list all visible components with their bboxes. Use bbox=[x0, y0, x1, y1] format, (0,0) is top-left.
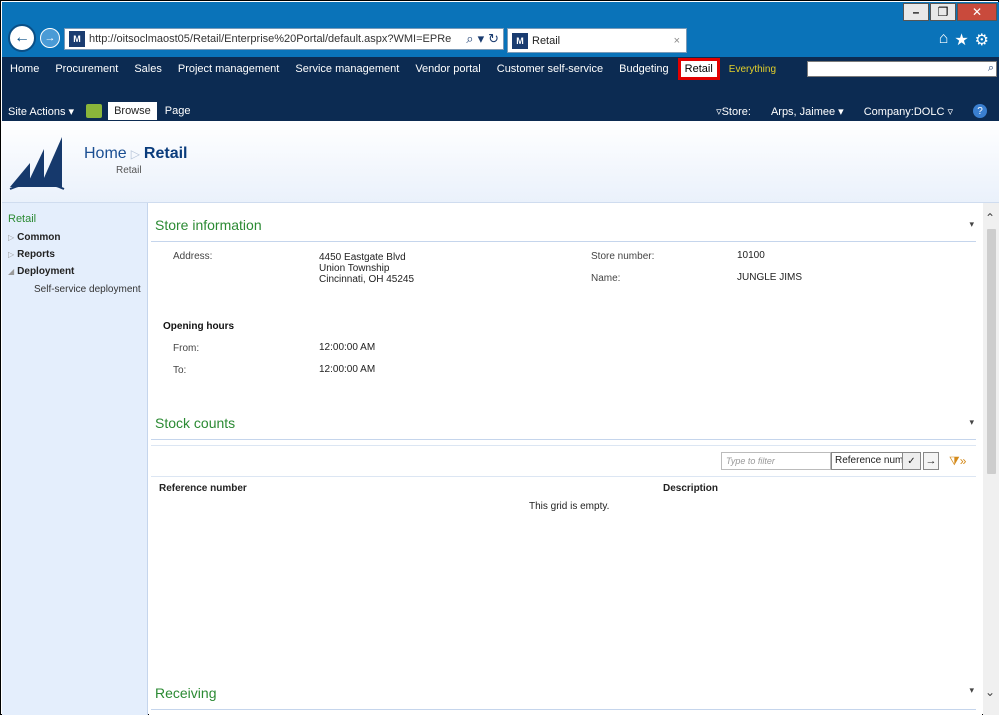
quick-launch: Retail ▷ Common ▷ Reports ◢ Deployment Self… bbox=[2, 203, 148, 715]
home-icon[interactable]: ⌂ bbox=[939, 30, 949, 50]
scroll-down-icon[interactable]: ⌄ bbox=[985, 685, 995, 699]
grid-filter-bar: Type to filter Reference num ✓ → ⧩» bbox=[151, 445, 976, 477]
search-icon[interactable]: ⌕ bbox=[466, 31, 473, 47]
collapse-receiving-icon[interactable]: ▾ bbox=[969, 685, 974, 696]
navigate-up-icon[interactable] bbox=[86, 104, 103, 118]
page-header: Home ▷ Retail Retail bbox=[2, 121, 999, 203]
address-label: Address: bbox=[173, 251, 213, 262]
page-subtitle: Retail bbox=[116, 165, 142, 176]
search-input[interactable]: ⌕ bbox=[807, 61, 997, 77]
nav-service-management[interactable]: Service management bbox=[287, 63, 407, 75]
collapse-stock-counts-icon[interactable]: ▾ bbox=[969, 417, 974, 428]
nav-retail[interactable]: Retail bbox=[677, 58, 720, 80]
ribbon: Site Actions ▾ Browse Page ▿Store: Arps,… bbox=[2, 81, 999, 121]
breadcrumb: Home ▷ Retail bbox=[84, 145, 188, 163]
scroll-up-icon[interactable]: ⌃ bbox=[985, 211, 995, 225]
collapse-store-info-icon[interactable]: ▾ bbox=[969, 219, 974, 230]
filter-options-icon[interactable]: ⧩» bbox=[949, 454, 966, 469]
collapse-icon: ◢ bbox=[8, 267, 15, 276]
user-menu[interactable]: Arps, Jaimee ▾ bbox=[771, 105, 844, 118]
store-number-value: 10100 bbox=[737, 250, 765, 261]
nav-project-management[interactable]: Project management bbox=[170, 63, 288, 75]
nav-sales[interactable]: Sales bbox=[126, 63, 170, 75]
from-value: 12:00:00 AM bbox=[319, 342, 376, 353]
browser-tab[interactable]: M Retail × bbox=[507, 28, 687, 53]
favorites-icon[interactable]: ★ bbox=[954, 30, 968, 50]
grid-empty-message: This grid is empty. bbox=[529, 501, 610, 512]
store-number-label: Store number: bbox=[591, 251, 655, 262]
sidebar-item-common[interactable]: ▷ Common bbox=[2, 229, 147, 246]
top-navigation: Home Procurement Sales Project managemen… bbox=[2, 57, 999, 81]
settings-gear-icon[interactable]: ⚙ bbox=[975, 30, 989, 50]
address-line2: Union Township bbox=[319, 263, 390, 274]
sidebar-item-reports[interactable]: ▷ Reports bbox=[2, 246, 147, 263]
browser-titlebar: – ❐ ✕ ← → M http://oitsoclmaost05/Retail… bbox=[2, 2, 999, 57]
page-title: Retail bbox=[143, 145, 188, 162]
column-description[interactable]: Description bbox=[663, 483, 718, 494]
filter-field-select[interactable]: Reference num ✓ bbox=[831, 452, 921, 470]
tab-page[interactable]: Page bbox=[157, 102, 199, 120]
search-button-icon[interactable]: ⌕ bbox=[988, 62, 994, 75]
receiving-title: Receiving bbox=[155, 685, 217, 701]
address-line3: Cincinnati, OH 45245 bbox=[319, 274, 415, 285]
column-reference-number[interactable]: Reference number bbox=[159, 483, 247, 494]
nav-procurement[interactable]: Procurement bbox=[47, 63, 126, 75]
filter-input[interactable]: Type to filter bbox=[721, 452, 831, 470]
window-controls: – ❐ ✕ bbox=[902, 3, 997, 21]
address-line1: 4450 Eastgate Blvd bbox=[319, 252, 406, 263]
sidebar-item-deployment[interactable]: ◢ Deployment bbox=[2, 263, 147, 280]
minimize-button[interactable]: – bbox=[903, 3, 929, 21]
tab-close-icon[interactable]: × bbox=[674, 35, 680, 47]
name-value: JUNGLE JIMS bbox=[737, 272, 803, 283]
tab-favicon-icon: M bbox=[512, 32, 528, 49]
store-information-title: Store information bbox=[155, 217, 262, 233]
to-label: To: bbox=[173, 365, 187, 376]
nav-budgeting[interactable]: Budgeting bbox=[611, 63, 677, 75]
close-button[interactable]: ✕ bbox=[957, 3, 997, 21]
maximize-button[interactable]: ❐ bbox=[930, 3, 956, 21]
back-icon[interactable]: ← bbox=[8, 24, 36, 52]
address-text[interactable]: http://oitsoclmaost05/Retail/Enterprise%… bbox=[89, 33, 462, 45]
search-scope[interactable]: Everything bbox=[721, 64, 784, 75]
browser-window: – ❐ ✕ ← → M http://oitsoclmaost05/Retail… bbox=[0, 0, 999, 715]
expand-icon: ▷ bbox=[8, 250, 15, 259]
opening-hours-heading: Opening hours bbox=[163, 321, 235, 332]
main-content: Store information ▾ Address: 4450 Eastga… bbox=[149, 203, 982, 715]
tab-browse[interactable]: Browse bbox=[108, 102, 157, 120]
breadcrumb-home[interactable]: Home bbox=[84, 145, 127, 162]
dynamics-logo-icon bbox=[9, 137, 65, 190]
from-label: From: bbox=[173, 343, 200, 354]
breadcrumb-separator-icon: ▷ bbox=[130, 147, 140, 161]
forward-icon[interactable]: → bbox=[40, 28, 60, 48]
refresh-icon[interactable]: ↻ bbox=[488, 31, 499, 47]
tab-title: Retail bbox=[532, 34, 561, 47]
dropdown-icon[interactable]: ▾ bbox=[478, 31, 485, 47]
nav-home[interactable]: Home bbox=[2, 63, 47, 75]
expand-icon: ▷ bbox=[8, 233, 15, 242]
site-actions-menu[interactable]: Site Actions ▾ bbox=[2, 105, 80, 118]
address-bar[interactable]: M http://oitsoclmaost05/Retail/Enterpris… bbox=[64, 28, 504, 50]
to-value: 12:00:00 AM bbox=[319, 364, 376, 375]
sidebar-item-self-service-deployment[interactable]: Self-service deployment bbox=[2, 280, 147, 299]
stock-counts-title: Stock counts bbox=[155, 415, 236, 431]
scroll-thumb[interactable] bbox=[987, 229, 996, 474]
favicon-icon: M bbox=[69, 31, 85, 47]
nav-vendor-portal[interactable]: Vendor portal bbox=[407, 63, 488, 75]
help-icon[interactable]: ? bbox=[973, 104, 987, 118]
store-selector[interactable]: ▿Store: bbox=[716, 105, 751, 118]
apply-filter-icon[interactable]: → bbox=[923, 452, 939, 470]
vertical-scrollbar[interactable]: ⌃ ⌄ bbox=[983, 203, 999, 715]
sidebar-root-retail[interactable]: Retail bbox=[2, 203, 147, 229]
name-label: Name: bbox=[591, 273, 621, 284]
company-selector[interactable]: Company:DOLC ▿ bbox=[864, 105, 953, 118]
nav-customer-self-service[interactable]: Customer self-service bbox=[489, 63, 611, 75]
chevron-down-icon[interactable]: ✓ bbox=[902, 453, 920, 469]
